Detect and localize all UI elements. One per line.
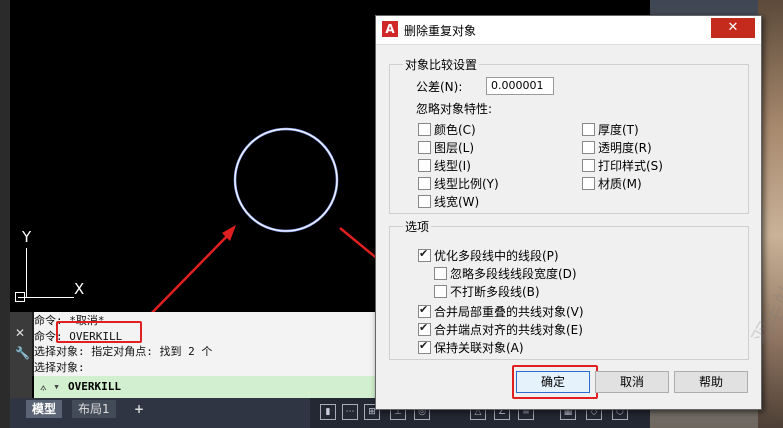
checkbox-label: 保持关联对象(A) bbox=[434, 341, 524, 355]
checkbox-label: 线型比例(Y) bbox=[434, 177, 499, 191]
ucs-x-axis bbox=[18, 297, 74, 298]
add-layout-button[interactable]: + bbox=[128, 400, 150, 418]
checkbox-box[interactable] bbox=[418, 123, 431, 136]
checkbox-label: 优化多段线中的线段(P) bbox=[434, 249, 559, 263]
command-input[interactable]: ⟑ ▾ OVERKILL bbox=[34, 376, 379, 398]
dialog-title: 删除重复对象 bbox=[404, 24, 477, 38]
compare-settings-title: 对象比较设置 bbox=[403, 56, 480, 73]
checkbox-label: 合并端点对齐的共线对象(E) bbox=[434, 323, 583, 337]
command-line: 选择对象: bbox=[34, 360, 85, 374]
highlight-box-command bbox=[56, 321, 142, 343]
ucs-x-label: X bbox=[74, 280, 85, 298]
grid-icon[interactable]: ⋯ bbox=[342, 404, 358, 420]
command-line: 选择对象: 指定对角点: 找到 2 个 bbox=[34, 345, 213, 358]
checkbox-box[interactable] bbox=[434, 285, 447, 298]
ucs-y-label: Y bbox=[22, 228, 32, 246]
checkbox-box[interactable] bbox=[418, 159, 431, 172]
checkbox-box[interactable] bbox=[582, 123, 595, 136]
checkbox-box[interactable] bbox=[418, 321, 431, 336]
checkbox-box[interactable] bbox=[418, 247, 431, 262]
cancel-button[interactable]: 取消 bbox=[595, 371, 669, 393]
command-prompt-icon: ⟑ ▾ bbox=[40, 380, 60, 393]
checkbox-box[interactable] bbox=[418, 177, 431, 190]
help-button[interactable]: 帮助 bbox=[674, 371, 748, 393]
tab-model[interactable]: 模型 bbox=[26, 400, 63, 418]
ignore-properties-label: 忽略对象特性: bbox=[416, 102, 493, 116]
checkbox-label: 合并局部重叠的共线对象(V) bbox=[434, 305, 584, 319]
tolerance-input[interactable]: 0.000001 bbox=[486, 77, 554, 95]
command-input-text: OVERKILL bbox=[68, 380, 121, 393]
options-title: 选项 bbox=[403, 218, 432, 235]
checkbox-label: 厚度(T) bbox=[598, 123, 639, 137]
close-button[interactable]: ✕ bbox=[711, 18, 755, 38]
checkbox-label: 打印样式(S) bbox=[598, 159, 663, 173]
checkbox-box[interactable] bbox=[418, 303, 431, 318]
wrench-icon[interactable]: 🔧 bbox=[15, 346, 30, 360]
checkbox-box[interactable] bbox=[434, 267, 447, 280]
checkbox-label: 忽略多段线线段宽度(D) bbox=[450, 267, 577, 281]
checkbox-box[interactable] bbox=[418, 195, 431, 208]
checkbox-label: 图层(L) bbox=[434, 141, 475, 155]
overkill-dialog: A 删除重复对象 ✕ 对象比较设置 公差(N): 0.000001 忽略对象特性… bbox=[375, 15, 783, 410]
ucs-origin-box bbox=[15, 292, 25, 302]
checkbox-box[interactable] bbox=[582, 177, 595, 190]
close-icon[interactable]: ✕ bbox=[15, 326, 25, 340]
checkbox-box[interactable] bbox=[418, 339, 431, 354]
tolerance-label: 公差(N): bbox=[416, 80, 463, 94]
ucs-y-axis bbox=[26, 248, 27, 298]
model-space-icon[interactable]: ▮ bbox=[320, 404, 336, 420]
annotation-arrow-1 bbox=[142, 225, 236, 323]
checkbox-label: 线型(I) bbox=[434, 159, 471, 173]
checkbox-label: 颜色(C) bbox=[434, 123, 476, 137]
checkbox-label: 线宽(W) bbox=[434, 195, 480, 209]
circle-object bbox=[233, 127, 339, 233]
checkbox-label: 材质(M) bbox=[598, 177, 642, 191]
checkbox-label: 透明度(R) bbox=[598, 141, 652, 155]
checkbox-box[interactable] bbox=[582, 159, 595, 172]
dialog-titlebar[interactable]: A 删除重复对象 ✕ bbox=[376, 16, 761, 45]
autocad-logo-icon: A bbox=[382, 21, 398, 37]
command-gutter: ✕ 🔧 bbox=[10, 312, 32, 398]
checkbox-box[interactable] bbox=[418, 141, 431, 154]
checkbox-label: 不打断多段线(B) bbox=[450, 285, 540, 299]
checkbox-box[interactable] bbox=[582, 141, 595, 154]
ok-button[interactable]: 确定 bbox=[516, 371, 590, 393]
tab-layout1[interactable]: 布局1 bbox=[72, 400, 116, 418]
